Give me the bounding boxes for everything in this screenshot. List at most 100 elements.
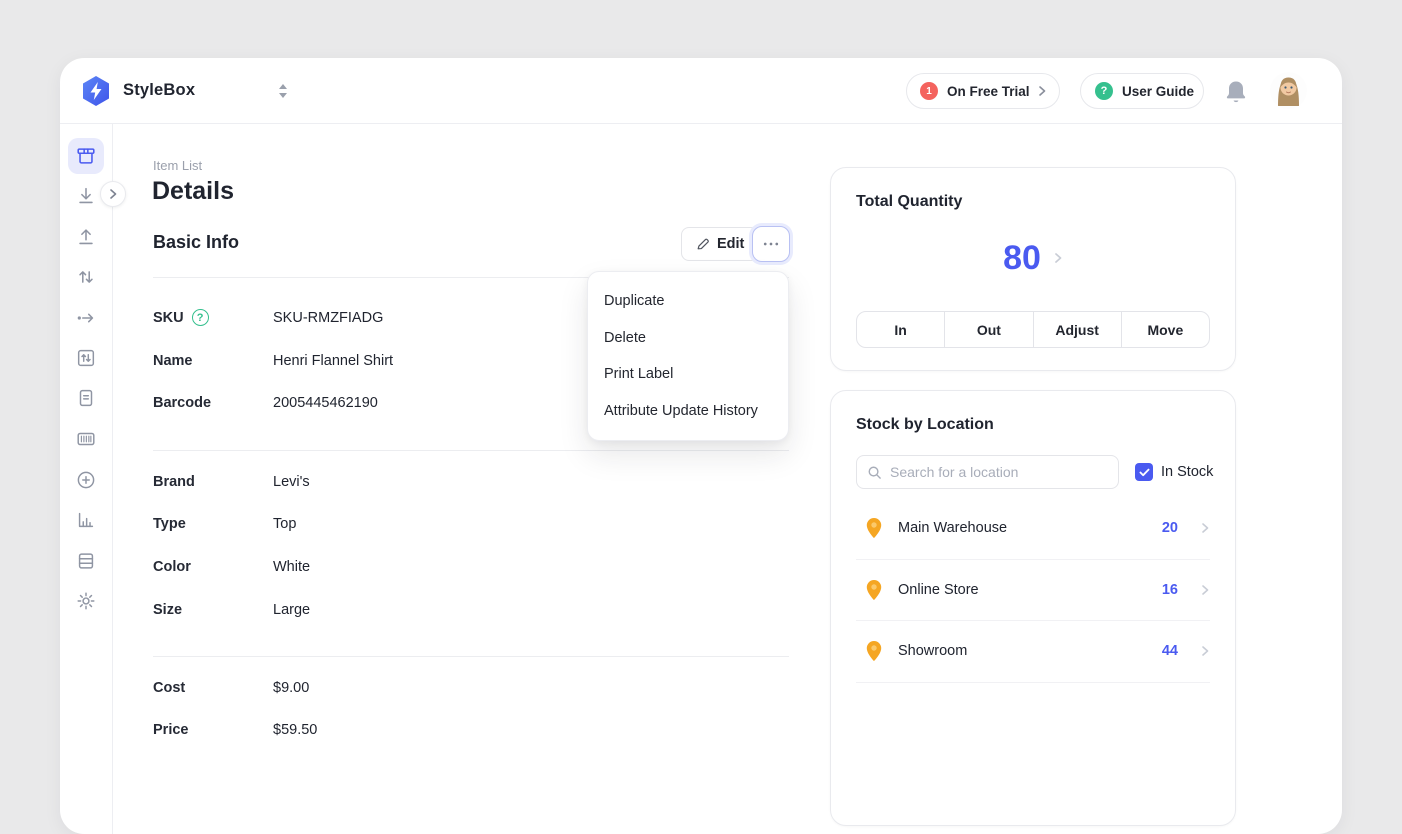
- more-actions-menu: Duplicate Delete Print Label Attribute U…: [587, 271, 789, 441]
- location-qty: 44: [1162, 643, 1178, 659]
- sidebar-item-data[interactable]: [68, 543, 104, 579]
- app-name: StyleBox: [123, 81, 195, 100]
- field-value: $59.50: [273, 722, 317, 738]
- location-list: Main Warehouse 20 Online Store 16 Showro…: [856, 498, 1210, 683]
- in-stock-label[interactable]: In Stock: [1161, 464, 1213, 480]
- field-label: Name: [153, 353, 193, 369]
- sku-help-icon[interactable]: ?: [192, 309, 209, 326]
- trial-status-button[interactable]: 1 On Free Trial: [906, 73, 1060, 109]
- app-logo-icon[interactable]: [79, 74, 113, 108]
- location-search-input[interactable]: [890, 464, 1108, 480]
- chevron-right-icon: [108, 189, 118, 199]
- field-value: Levi's: [273, 474, 310, 490]
- menu-item-duplicate[interactable]: Duplicate: [588, 283, 788, 320]
- sidebar: [60, 124, 113, 834]
- menu-item-delete[interactable]: Delete: [588, 320, 788, 357]
- field-label: Size: [153, 602, 182, 618]
- chevron-right-icon: [1200, 646, 1210, 656]
- arrow-right-dot-icon: [75, 307, 97, 329]
- sidebar-item-add[interactable]: [68, 462, 104, 498]
- total-quantity-card: Total Quantity 80 In Out Adjust Move: [830, 167, 1236, 371]
- sidebar-item-barcode[interactable]: [68, 421, 104, 457]
- location-row-showroom[interactable]: Showroom 44: [856, 621, 1210, 683]
- field-row-color: Color White: [153, 557, 789, 576]
- field-value: Henri Flannel Shirt: [273, 353, 393, 369]
- more-actions-button[interactable]: [752, 226, 790, 262]
- app-window: StyleBox 1 On Free Trial ? User Guide: [60, 58, 1342, 834]
- total-quantity-value: 80: [1003, 239, 1041, 278]
- trial-alert-badge: 1: [920, 82, 938, 100]
- user-avatar[interactable]: [1270, 72, 1307, 109]
- location-qty: 20: [1162, 520, 1178, 536]
- help-question-icon: ?: [1095, 82, 1113, 100]
- chevron-right-icon: [1053, 253, 1063, 263]
- storage-box-icon: [75, 145, 97, 167]
- barcode-icon: [75, 428, 97, 450]
- sidebar-item-adjust[interactable]: [68, 259, 104, 295]
- total-quantity-link[interactable]: 80: [831, 238, 1235, 278]
- stock-adjust-button[interactable]: Adjust: [1033, 312, 1121, 347]
- field-label: Price: [153, 722, 188, 738]
- chevron-right-icon: [1200, 585, 1210, 595]
- chevron-right-icon: [1200, 523, 1210, 533]
- menu-item-attribute-update-history[interactable]: Attribute Update History: [588, 393, 788, 430]
- sidebar-item-transactions[interactable]: [68, 340, 104, 376]
- sidebar-item-stock-out[interactable]: [68, 219, 104, 255]
- location-name: Main Warehouse: [898, 520, 1007, 536]
- field-value: SKU-RMZFIADG: [273, 310, 383, 326]
- user-guide-button[interactable]: ? User Guide: [1080, 73, 1204, 109]
- database-stack-icon: [75, 550, 97, 572]
- sidebar-item-move[interactable]: [68, 300, 104, 336]
- sidebar-item-items[interactable]: [68, 138, 104, 174]
- field-row-type: Type Top: [153, 514, 789, 533]
- field-row-cost: Cost $9.00: [153, 678, 789, 697]
- sidebar-item-stock-in[interactable]: [68, 178, 104, 214]
- check-icon: [1139, 468, 1150, 477]
- stock-by-location-card: Stock by Location In Stock Main Warehous…: [830, 390, 1236, 826]
- quantity-card-title: Total Quantity: [856, 193, 962, 211]
- in-stock-checkbox[interactable]: [1135, 463, 1153, 481]
- download-icon: [75, 185, 97, 207]
- field-label: Cost: [153, 680, 185, 696]
- field-value: 2005445462190: [273, 395, 378, 411]
- chevron-right-icon: [1037, 86, 1047, 96]
- stock-in-button[interactable]: In: [857, 312, 944, 347]
- menu-item-print-label[interactable]: Print Label: [588, 356, 788, 393]
- sidebar-item-documents[interactable]: [68, 380, 104, 416]
- field-label: Type: [153, 516, 186, 532]
- section-divider: [153, 450, 789, 451]
- upload-icon: [75, 226, 97, 248]
- top-bar: StyleBox 1 On Free Trial ? User Guide: [60, 58, 1342, 124]
- breadcrumb[interactable]: Item List: [153, 158, 202, 173]
- plus-circle-icon: [75, 469, 97, 491]
- user-guide-label: User Guide: [1122, 84, 1194, 99]
- stock-action-group: In Out Adjust Move: [856, 311, 1210, 348]
- gear-icon: [75, 590, 97, 612]
- workspace-switcher-icon[interactable]: [277, 83, 289, 99]
- location-name: Online Store: [898, 582, 979, 598]
- field-value: $9.00: [273, 680, 309, 696]
- map-pin-icon: [865, 517, 883, 539]
- notification-bell-icon[interactable]: [1224, 79, 1248, 105]
- stock-out-button[interactable]: Out: [944, 312, 1032, 347]
- page-title: Details: [152, 177, 234, 206]
- section-title-basic-info: Basic Info: [153, 232, 239, 253]
- sidebar-expand-button[interactable]: [100, 181, 126, 207]
- location-row-online-store[interactable]: Online Store 16: [856, 560, 1210, 622]
- stock-card-title: Stock by Location: [856, 416, 994, 434]
- section-divider: [153, 656, 789, 657]
- ellipsis-icon: [763, 242, 779, 246]
- field-label: Color: [153, 559, 191, 575]
- field-value: Top: [273, 516, 296, 532]
- sidebar-item-analytics[interactable]: [68, 502, 104, 538]
- panel-updown-icon: [75, 347, 97, 369]
- field-value: Large: [273, 602, 310, 618]
- field-label: Barcode: [153, 395, 211, 411]
- edit-button[interactable]: Edit: [681, 227, 759, 261]
- location-row-main-warehouse[interactable]: Main Warehouse 20: [856, 498, 1210, 560]
- field-row-brand: Brand Levi's: [153, 472, 789, 491]
- sidebar-item-settings[interactable]: [68, 583, 104, 619]
- location-search[interactable]: [856, 455, 1119, 489]
- stock-move-button[interactable]: Move: [1121, 312, 1209, 347]
- location-name: Showroom: [898, 643, 967, 659]
